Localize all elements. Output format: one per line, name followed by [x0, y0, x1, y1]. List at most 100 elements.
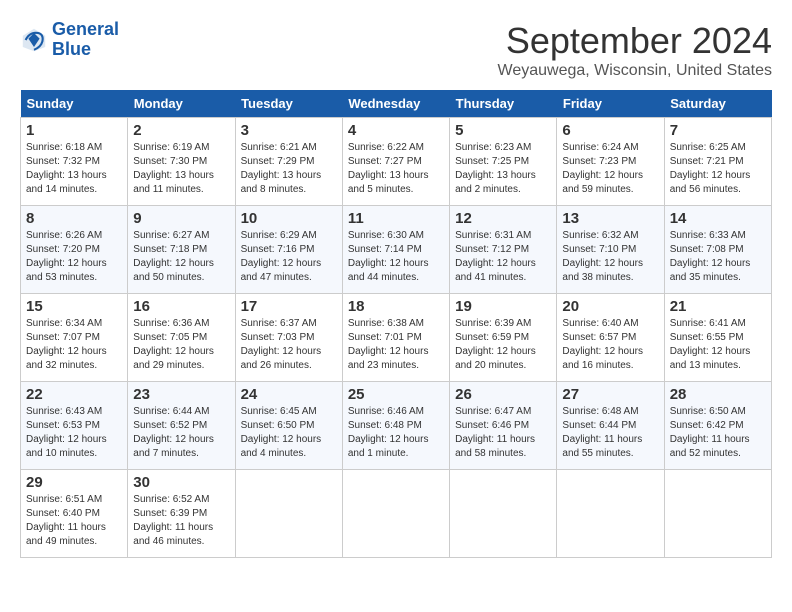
week-row-1: 1 Sunrise: 6:18 AMSunset: 7:32 PMDaylight…	[21, 118, 772, 206]
day-info: Sunrise: 6:31 AMSunset: 7:12 PMDaylight:…	[455, 229, 551, 285]
weekday-thursday: Thursday	[450, 90, 557, 118]
calendar-cell	[235, 470, 342, 558]
day-number: 12	[455, 210, 551, 227]
day-info: Sunrise: 6:30 AMSunset: 7:14 PMDaylight:…	[348, 229, 444, 285]
day-info: Sunrise: 6:45 AMSunset: 6:50 PMDaylight:…	[241, 405, 337, 461]
day-info: Sunrise: 6:44 AMSunset: 6:52 PMDaylight:…	[133, 405, 229, 461]
day-info: Sunrise: 6:22 AMSunset: 7:27 PMDaylight:…	[348, 141, 444, 197]
month-title: September 2024	[498, 20, 773, 62]
day-number: 25	[348, 386, 444, 403]
calendar-cell: 12 Sunrise: 6:31 AMSunset: 7:12 PMDayligh…	[450, 206, 557, 294]
day-info: Sunrise: 6:25 AMSunset: 7:21 PMDaylight:…	[670, 141, 766, 197]
day-info: Sunrise: 6:39 AMSunset: 6:59 PMDaylight:…	[455, 317, 551, 373]
location: Weyauwega, Wisconsin, United States	[498, 62, 773, 80]
day-number: 30	[133, 474, 229, 491]
day-info: Sunrise: 6:21 AMSunset: 7:29 PMDaylight:…	[241, 141, 337, 197]
calendar-cell: 8 Sunrise: 6:26 AMSunset: 7:20 PMDaylight…	[21, 206, 128, 294]
weekday-wednesday: Wednesday	[342, 90, 449, 118]
calendar-cell: 6 Sunrise: 6:24 AMSunset: 7:23 PMDaylight…	[557, 118, 664, 206]
title-block: September 2024 Weyauwega, Wisconsin, Uni…	[498, 20, 773, 80]
calendar-cell: 5 Sunrise: 6:23 AMSunset: 7:25 PMDaylight…	[450, 118, 557, 206]
day-info: Sunrise: 6:34 AMSunset: 7:07 PMDaylight:…	[26, 317, 122, 373]
day-info: Sunrise: 6:24 AMSunset: 7:23 PMDaylight:…	[562, 141, 658, 197]
calendar-cell: 1 Sunrise: 6:18 AMSunset: 7:32 PMDaylight…	[21, 118, 128, 206]
day-info: Sunrise: 6:41 AMSunset: 6:55 PMDaylight:…	[670, 317, 766, 373]
calendar-cell: 14 Sunrise: 6:33 AMSunset: 7:08 PMDayligh…	[664, 206, 771, 294]
weekday-tuesday: Tuesday	[235, 90, 342, 118]
day-number: 6	[562, 122, 658, 139]
calendar-cell: 17Sunrise: 6:37 AMSunset: 7:03 PMDayligh…	[235, 294, 342, 382]
calendar-cell: 2 Sunrise: 6:19 AMSunset: 7:30 PMDaylight…	[128, 118, 235, 206]
day-info: Sunrise: 6:19 AMSunset: 7:30 PMDaylight:…	[133, 141, 229, 197]
day-number: 7	[670, 122, 766, 139]
logo-icon	[20, 26, 48, 54]
calendar-cell	[342, 470, 449, 558]
day-number: 20	[562, 298, 658, 315]
day-number: 27	[562, 386, 658, 403]
day-number: 28	[670, 386, 766, 403]
calendar-cell: 26Sunrise: 6:47 AMSunset: 6:46 PMDayligh…	[450, 382, 557, 470]
calendar-cell: 29 Sunrise: 6:51 AMSunset: 6:40 PMDayligh…	[21, 470, 128, 558]
day-info: Sunrise: 6:18 AMSunset: 7:32 PMDaylight:…	[26, 141, 122, 197]
day-number: 11	[348, 210, 444, 227]
day-number: 4	[348, 122, 444, 139]
calendar-cell: 18 Sunrise: 6:38 AMSunset: 7:01 PMDayligh…	[342, 294, 449, 382]
weekday-sunday: Sunday	[21, 90, 128, 118]
day-info: Sunrise: 6:32 AMSunset: 7:10 PMDaylight:…	[562, 229, 658, 285]
day-number: 9	[133, 210, 229, 227]
day-number: 5	[455, 122, 551, 139]
logo-general: General	[52, 19, 119, 39]
day-number: 14	[670, 210, 766, 227]
day-info: Sunrise: 6:51 AMSunset: 6:40 PMDaylight:…	[26, 493, 122, 549]
calendar-cell: 22Sunrise: 6:43 AMSunset: 6:53 PMDayligh…	[21, 382, 128, 470]
day-number: 21	[670, 298, 766, 315]
calendar-cell: 10Sunrise: 6:29 AMSunset: 7:16 PMDayligh…	[235, 206, 342, 294]
day-info: Sunrise: 6:26 AMSunset: 7:20 PMDaylight:…	[26, 229, 122, 285]
day-number: 23	[133, 386, 229, 403]
day-info: Sunrise: 6:36 AMSunset: 7:05 PMDaylight:…	[133, 317, 229, 373]
logo: General Blue	[20, 20, 119, 60]
calendar-cell: 13 Sunrise: 6:32 AMSunset: 7:10 PMDayligh…	[557, 206, 664, 294]
calendar-table: SundayMondayTuesdayWednesdayThursdayFrid…	[20, 90, 772, 558]
day-number: 1	[26, 122, 122, 139]
day-number: 18	[348, 298, 444, 315]
calendar-cell: 7 Sunrise: 6:25 AMSunset: 7:21 PMDaylight…	[664, 118, 771, 206]
logo-blue: Blue	[52, 39, 91, 59]
day-info: Sunrise: 6:46 AMSunset: 6:48 PMDaylight:…	[348, 405, 444, 461]
calendar-cell	[557, 470, 664, 558]
day-number: 13	[562, 210, 658, 227]
calendar-cell: 3 Sunrise: 6:21 AMSunset: 7:29 PMDaylight…	[235, 118, 342, 206]
calendar-cell: 20 Sunrise: 6:40 AMSunset: 6:57 PMDayligh…	[557, 294, 664, 382]
calendar-cell: 25 Sunrise: 6:46 AMSunset: 6:48 PMDayligh…	[342, 382, 449, 470]
calendar-cell: 4 Sunrise: 6:22 AMSunset: 7:27 PMDaylight…	[342, 118, 449, 206]
calendar-cell: 19 Sunrise: 6:39 AMSunset: 6:59 PMDayligh…	[450, 294, 557, 382]
calendar-cell: 27Sunrise: 6:48 AMSunset: 6:44 PMDayligh…	[557, 382, 664, 470]
day-number: 29	[26, 474, 122, 491]
weekday-header-row: SundayMondayTuesdayWednesdayThursdayFrid…	[21, 90, 772, 118]
week-row-3: 15 Sunrise: 6:34 AMSunset: 7:07 PMDayligh…	[21, 294, 772, 382]
day-info: Sunrise: 6:47 AMSunset: 6:46 PMDaylight:…	[455, 405, 551, 461]
day-info: Sunrise: 6:38 AMSunset: 7:01 PMDaylight:…	[348, 317, 444, 373]
day-number: 24	[241, 386, 337, 403]
day-info: Sunrise: 6:50 AMSunset: 6:42 PMDaylight:…	[670, 405, 766, 461]
day-info: Sunrise: 6:37 AMSunset: 7:03 PMDaylight:…	[241, 317, 337, 373]
day-number: 15	[26, 298, 122, 315]
day-info: Sunrise: 6:23 AMSunset: 7:25 PMDaylight:…	[455, 141, 551, 197]
day-number: 22	[26, 386, 122, 403]
weekday-friday: Friday	[557, 90, 664, 118]
day-number: 3	[241, 122, 337, 139]
day-number: 10	[241, 210, 337, 227]
calendar-cell	[664, 470, 771, 558]
calendar-cell: 15 Sunrise: 6:34 AMSunset: 7:07 PMDayligh…	[21, 294, 128, 382]
day-number: 19	[455, 298, 551, 315]
page-header: General Blue September 2024 Weyauwega, W…	[20, 20, 772, 80]
day-info: Sunrise: 6:40 AMSunset: 6:57 PMDaylight:…	[562, 317, 658, 373]
week-row-5: 29 Sunrise: 6:51 AMSunset: 6:40 PMDayligh…	[21, 470, 772, 558]
weekday-saturday: Saturday	[664, 90, 771, 118]
calendar-cell: 28 Sunrise: 6:50 AMSunset: 6:42 PMDayligh…	[664, 382, 771, 470]
day-number: 8	[26, 210, 122, 227]
week-row-4: 22Sunrise: 6:43 AMSunset: 6:53 PMDayligh…	[21, 382, 772, 470]
day-info: Sunrise: 6:52 AMSunset: 6:39 PMDaylight:…	[133, 493, 229, 549]
day-number: 2	[133, 122, 229, 139]
day-info: Sunrise: 6:33 AMSunset: 7:08 PMDaylight:…	[670, 229, 766, 285]
